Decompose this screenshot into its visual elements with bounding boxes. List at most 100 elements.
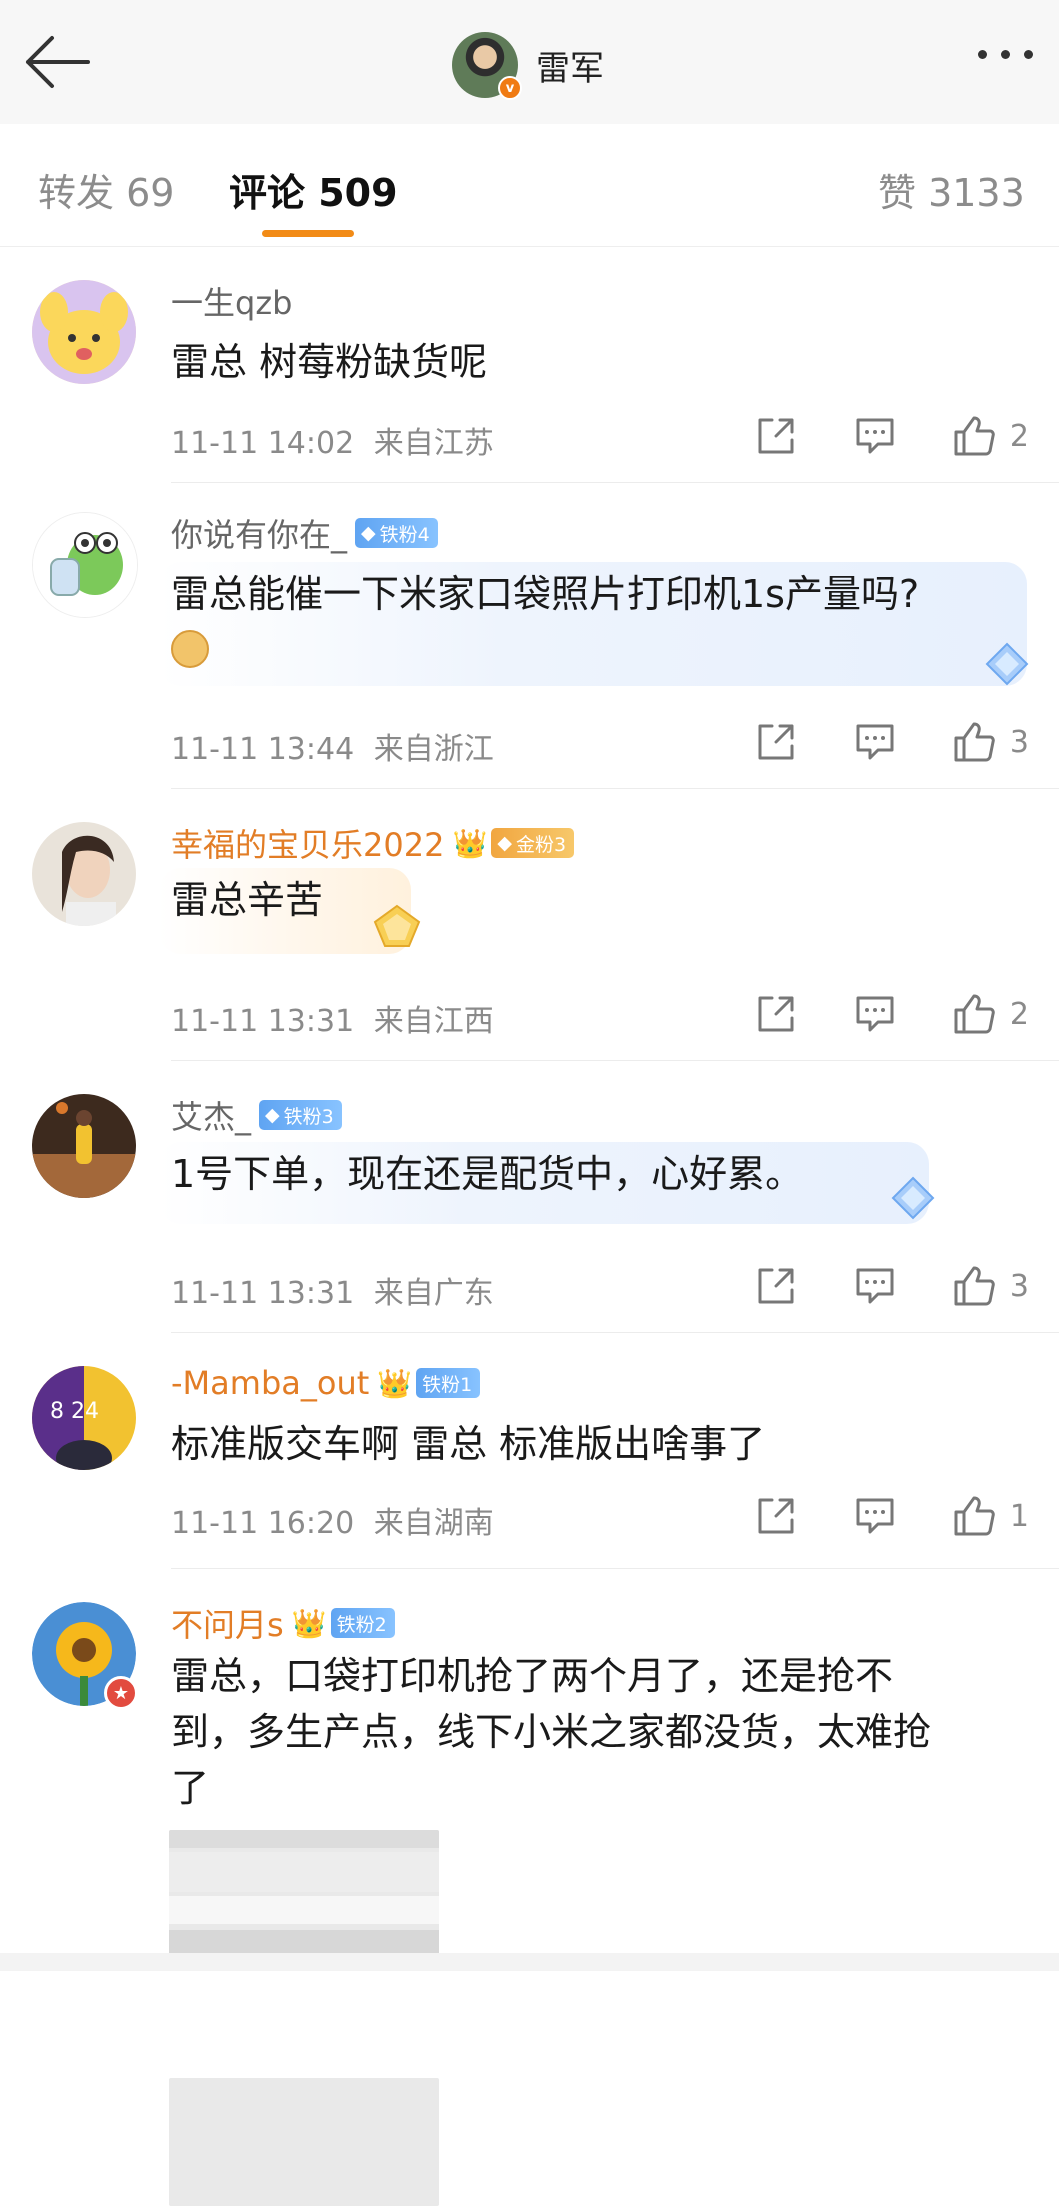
profile-title[interactable]: v 雷军	[452, 30, 604, 100]
cartoon-avatar-icon	[32, 280, 136, 384]
comment-author-row: 艾杰_ ◆ 铁粉3	[171, 1092, 342, 1138]
comment-item: 一生qzb 雷总 树莓粉缺货呢 11-11 14:02 来自江苏 2	[0, 248, 1059, 484]
diamond-icon: ◆	[265, 1104, 280, 1126]
comment-meta: 11-11 16:20 来自湖南	[171, 1498, 494, 1542]
comment-author-row: 你说有你在_ ◆ 铁粉4	[171, 510, 438, 556]
fan-badge-label: 铁粉1	[422, 1373, 473, 1396]
thumbs-up-icon	[954, 416, 995, 456]
avatar[interactable]	[32, 822, 136, 926]
like-count: 2	[1009, 996, 1029, 1032]
thumbnail-status-bar	[169, 1830, 439, 1848]
avatar[interactable]: ★	[32, 1602, 138, 1710]
comment-icon	[856, 418, 894, 454]
comment-time: 11-11 14:02	[171, 426, 355, 461]
comment-icon	[856, 996, 894, 1032]
back-arrow-icon	[26, 36, 90, 88]
comment-time: 11-11 13:31	[171, 1276, 355, 1311]
comment-location: 来自江苏	[373, 426, 494, 461]
comment-text: 雷总能催一下米家口袋照片打印机1s产量吗?	[171, 572, 920, 616]
top-bar: v 雷军	[0, 0, 1059, 125]
jersey-avatar-icon: 8 24	[32, 1366, 136, 1470]
basketball-avatar-icon	[32, 1094, 136, 1198]
comment-author[interactable]: 艾杰_	[171, 1092, 251, 1138]
page-title: 雷军	[536, 48, 604, 89]
like-button[interactable]: 2	[952, 414, 1029, 458]
comment-body: 1号下单，现在还是配货中，心好累。	[159, 1142, 935, 1224]
reply-button[interactable]	[854, 722, 896, 762]
fan-badge-label: 金粉3	[515, 833, 567, 856]
share-icon	[758, 1498, 794, 1534]
crown-icon: 👑	[452, 826, 488, 860]
comment-meta: 11-11 13:31 来自广东	[171, 1268, 494, 1312]
tab-likes[interactable]: 赞 3133	[878, 162, 1025, 217]
comment-author[interactable]: 你说有你在_	[171, 510, 347, 556]
verified-badge: v	[498, 76, 522, 100]
comment-icon	[856, 1268, 894, 1304]
comment-author-row: 一生qzb	[171, 278, 292, 324]
comment-author[interactable]: 一生qzb	[171, 278, 292, 324]
comment-item: 你说有你在_ ◆ 铁粉4 雷总能催一下米家口袋照片打印机1s产量吗? 11-11 …	[0, 484, 1059, 790]
avatar[interactable]	[32, 280, 136, 384]
crown-icon: 👑	[377, 1366, 413, 1400]
avatar-number: 8 24	[50, 1399, 99, 1424]
comment-author[interactable]: 不问月s	[171, 1600, 284, 1646]
fan-badge[interactable]: 铁粉2	[330, 1608, 395, 1638]
divider	[171, 1568, 1059, 1569]
share-button[interactable]	[756, 722, 796, 762]
more-options-button[interactable]	[978, 50, 1033, 59]
reply-button[interactable]	[854, 994, 896, 1034]
share-button[interactable]	[756, 1266, 796, 1306]
fan-badge[interactable]: ◆ 铁粉4	[355, 518, 438, 548]
like-button[interactable]: 1	[952, 1494, 1029, 1538]
avatar[interactable]	[32, 1094, 136, 1198]
diamond-icon: ◆	[361, 522, 376, 544]
comment-meta: 11-11 14:02 来自江苏	[171, 418, 494, 462]
star-badge-icon: ★	[104, 1676, 138, 1710]
comment-author[interactable]: 幸福的宝贝乐2022	[171, 820, 444, 866]
like-button[interactable]: 3	[952, 720, 1029, 764]
diamond-icon: ◆	[497, 832, 512, 854]
comment-icon	[856, 724, 894, 760]
tab-reposts[interactable]: 转发 69	[38, 162, 174, 217]
share-button[interactable]	[756, 994, 796, 1034]
frog-avatar-icon	[33, 513, 137, 617]
share-icon	[758, 418, 794, 454]
comment-body: 雷总能催一下米家口袋照片打印机1s产量吗?	[159, 562, 1029, 686]
like-count: 2	[1009, 418, 1029, 454]
fan-badge[interactable]: ◆ 铁粉3	[259, 1100, 342, 1130]
comment-text-line: 雷总，口袋打印机抢了两个月了，还是抢不	[171, 1654, 894, 1698]
share-icon	[758, 996, 794, 1032]
fan-badge-label: 铁粉3	[283, 1105, 334, 1128]
fan-badge[interactable]: 铁粉1	[416, 1368, 481, 1398]
comment-image-thumbnail[interactable]	[169, 1830, 439, 1958]
comment-author[interactable]: -Mamba_out	[171, 1364, 369, 1402]
fan-badge[interactable]: ◆ 金粉3	[491, 828, 575, 858]
comment-body: 雷总辛苦	[159, 868, 421, 954]
avatar[interactable]: 8 24	[32, 1366, 136, 1470]
like-button[interactable]: 3	[952, 1264, 1029, 1308]
comment-author-row: -Mamba_out 👑 铁粉1	[171, 1364, 481, 1402]
tab-bar: 转发 69 评论 509 赞 3133	[0, 124, 1059, 247]
comment-text: 雷总 树莓粉缺货呢	[171, 340, 488, 384]
comment-author-row: 幸福的宝贝乐2022 👑 ◆ 金粉3	[171, 820, 575, 866]
comment-image[interactable]	[169, 2078, 439, 2206]
comment-location: 来自广东	[373, 1276, 494, 1311]
reply-button[interactable]	[854, 1266, 896, 1306]
comment-text-line: 了	[171, 1766, 210, 1810]
reply-button[interactable]	[854, 416, 896, 456]
back-button[interactable]	[22, 32, 94, 92]
reply-button[interactable]	[854, 1496, 896, 1536]
thumbs-up-icon	[954, 1496, 995, 1536]
like-count: 1	[1009, 1498, 1029, 1534]
bottom-edge	[0, 1953, 1059, 1971]
divider	[171, 482, 1059, 483]
share-button[interactable]	[756, 1496, 796, 1536]
like-count: 3	[1009, 724, 1029, 760]
tab-comments[interactable]: 评论 509	[229, 162, 398, 217]
gold-gem-decoration-icon	[373, 904, 421, 947]
share-button[interactable]	[756, 416, 796, 456]
thumbs-up-icon	[954, 722, 995, 762]
avatar[interactable]: v	[452, 32, 522, 100]
like-button[interactable]: 2	[952, 992, 1029, 1036]
avatar[interactable]	[32, 512, 138, 618]
